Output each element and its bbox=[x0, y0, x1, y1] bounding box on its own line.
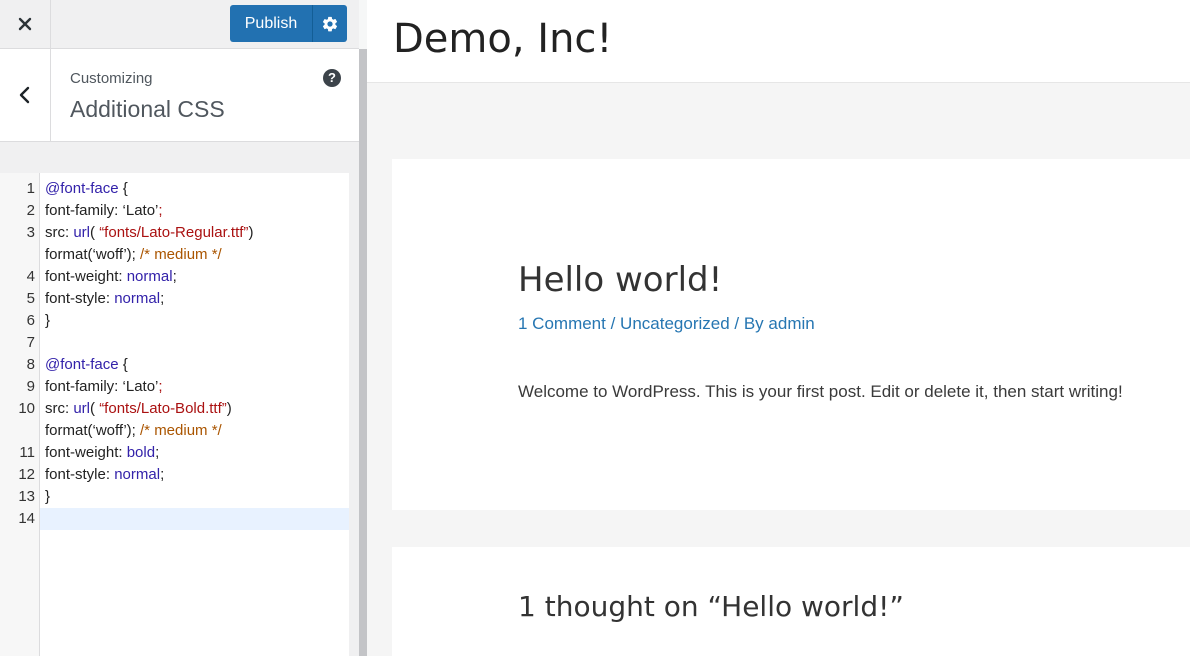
customizer-sidebar: Publish Customizing Additional CSS ? 1 @f… bbox=[0, 0, 359, 656]
section-title: Additional CSS bbox=[70, 96, 225, 122]
line-number: 4 bbox=[26, 268, 35, 285]
line-number: 9 bbox=[26, 378, 35, 395]
code-token: font-family: ‘Lato’ bbox=[45, 202, 159, 219]
section-header: Customizing Additional CSS ? bbox=[0, 49, 359, 142]
line-number: 10 bbox=[18, 400, 35, 417]
code-token: @font-face bbox=[45, 180, 119, 197]
code-text: @font-face { bbox=[45, 178, 128, 200]
code-token: ; bbox=[155, 444, 160, 461]
code-token: url bbox=[73, 224, 91, 241]
code-token: font-weight: bbox=[45, 444, 127, 461]
code-text: src: url( “fonts/Lato-Regular.ttf”) bbox=[45, 222, 253, 244]
line-number: 13 bbox=[18, 488, 35, 505]
code-token: src: bbox=[45, 224, 74, 241]
meta-separator: / bbox=[605, 314, 621, 333]
code-token: ) bbox=[248, 224, 254, 241]
code-text: font-weight: bold; bbox=[45, 442, 159, 464]
sidebar-divider-top bbox=[359, 0, 367, 49]
code-token: ( bbox=[90, 224, 100, 241]
code-token: } bbox=[45, 312, 51, 329]
chevron-left-icon bbox=[19, 86, 30, 104]
line-number: 2 bbox=[26, 202, 35, 219]
line-number: 14 bbox=[18, 510, 35, 527]
line-number: 6 bbox=[26, 312, 35, 329]
line-number: 8 bbox=[26, 356, 35, 373]
code-text: format(‘woff’); /* medium */ bbox=[45, 244, 222, 266]
code-text: @font-face { bbox=[45, 354, 128, 376]
code-text: font-style: normal; bbox=[45, 464, 164, 486]
css-code-editor[interactable]: 1 @font-face {2 font-family: ‘Lato’; 3 src… bbox=[0, 173, 349, 656]
close-icon bbox=[18, 17, 32, 31]
code-token: ( bbox=[90, 400, 100, 417]
code-token: src: bbox=[45, 400, 74, 417]
site-preview: Demo, Inc! Hello world! 1 Comment / Unca… bbox=[367, 0, 1190, 656]
gear-icon bbox=[322, 16, 338, 31]
comments-card: 1 thought on “Hello world!” bbox=[392, 547, 1190, 656]
author-link[interactable]: admin bbox=[768, 314, 814, 333]
code-token: font-weight: bbox=[45, 268, 127, 285]
code-token: } bbox=[45, 488, 51, 505]
code-text: font-family: ‘Lato’; bbox=[45, 200, 163, 222]
code-token: ; bbox=[172, 268, 177, 285]
code-token: ; bbox=[158, 378, 163, 395]
breadcrumb: Customizing bbox=[70, 70, 153, 87]
code-text: font-weight: normal; bbox=[45, 266, 177, 288]
comments-link[interactable]: 1 Comment bbox=[518, 314, 606, 333]
code-token: font-style: bbox=[45, 290, 115, 307]
code-token: “fonts/Lato-Regular.ttf” bbox=[99, 224, 249, 241]
back-button[interactable] bbox=[0, 49, 51, 141]
code-token: url bbox=[73, 400, 91, 417]
active-line-highlight bbox=[40, 508, 349, 530]
code-token: ; bbox=[160, 290, 165, 307]
code-token: normal bbox=[126, 268, 173, 285]
code-token: /* medium */ bbox=[140, 246, 222, 263]
code-text: } bbox=[45, 310, 50, 332]
code-text: format(‘woff’); /* medium */ bbox=[45, 420, 222, 442]
code-text: font-family: ‘Lato’; bbox=[45, 376, 163, 398]
customizer-header: Publish bbox=[0, 0, 359, 49]
publish-button-group: Publish bbox=[230, 5, 347, 42]
line-number: 7 bbox=[26, 334, 35, 351]
line-number: 11 bbox=[19, 444, 35, 461]
code-token: /* medium */ bbox=[140, 422, 222, 439]
line-number: 1 bbox=[26, 180, 35, 197]
post-card: Hello world! 1 Comment / Uncategorized /… bbox=[392, 159, 1190, 510]
code-token: normal bbox=[114, 290, 161, 307]
code-text: } bbox=[45, 486, 50, 508]
line-number: 5 bbox=[26, 290, 35, 307]
publish-settings-button[interactable] bbox=[313, 5, 347, 42]
code-token: font-style: bbox=[45, 466, 115, 483]
line-number: 3 bbox=[26, 224, 35, 241]
line-number: 12 bbox=[18, 466, 35, 483]
code-token: format(‘woff’); bbox=[45, 246, 141, 263]
code-token: @font-face bbox=[45, 356, 119, 373]
code-token: { bbox=[118, 356, 128, 373]
category-link[interactable]: Uncategorized bbox=[620, 314, 730, 333]
code-token: normal bbox=[114, 466, 161, 483]
code-token: ; bbox=[158, 202, 163, 219]
comments-title: 1 thought on “Hello world!” bbox=[518, 590, 904, 623]
close-button[interactable] bbox=[0, 0, 51, 48]
site-header: Demo, Inc! bbox=[367, 0, 1190, 83]
code-token: ; bbox=[160, 466, 165, 483]
help-icon[interactable]: ? bbox=[323, 69, 341, 87]
code-text: src: url( “fonts/Lato-Bold.ttf”) bbox=[45, 398, 232, 420]
code-text: font-style: normal; bbox=[45, 288, 164, 310]
code-token: “fonts/Lato-Bold.ttf” bbox=[99, 400, 227, 417]
publish-button[interactable]: Publish bbox=[230, 5, 312, 42]
code-token: ) bbox=[226, 400, 232, 417]
code-token: format(‘woff’); bbox=[45, 422, 141, 439]
code-token: { bbox=[118, 180, 128, 197]
meta-author-prefix: / By bbox=[729, 314, 769, 333]
post-excerpt: Welcome to WordPress. This is your first… bbox=[518, 382, 1123, 401]
post-title[interactable]: Hello world! bbox=[518, 260, 722, 300]
post-meta: 1 Comment / Uncategorized / By admin bbox=[518, 314, 815, 334]
code-token: bold bbox=[126, 444, 156, 461]
sidebar-resize-handle[interactable] bbox=[359, 49, 367, 656]
site-title[interactable]: Demo, Inc! bbox=[393, 16, 612, 62]
code-token: font-family: ‘Lato’ bbox=[45, 378, 159, 395]
